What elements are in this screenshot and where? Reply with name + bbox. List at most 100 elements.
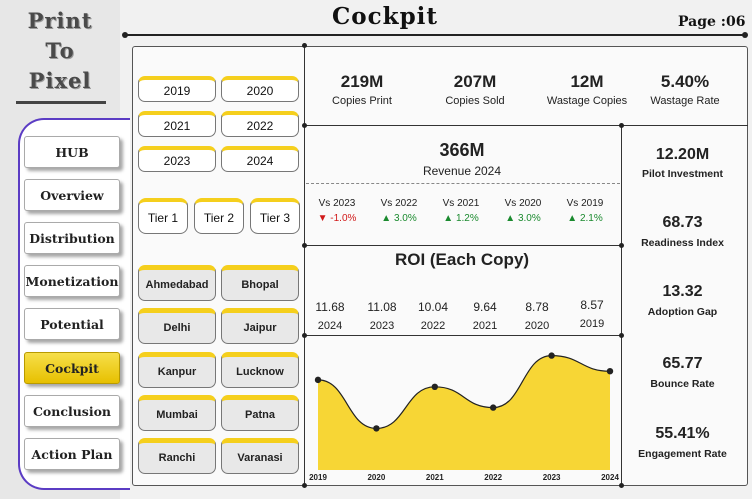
pilot-investment-label: Pilot Investment: [641, 168, 724, 180]
area-chart-point-2023: [548, 352, 555, 359]
divider-dot: [302, 43, 307, 48]
vs-2019-label: Vs 2019: [566, 198, 604, 209]
divider-dot: [619, 243, 624, 248]
nav-action-plan-button[interactable]: Action Plan: [24, 438, 120, 470]
readiness-index-value: 68.73: [662, 214, 703, 231]
adoption-gap-label: Adoption Gap: [647, 306, 718, 318]
city-filter-ranchi[interactable]: Ranchi: [138, 438, 216, 474]
logo-line-2: To: [45, 38, 75, 63]
nav-conclusion-button[interactable]: Conclusion: [24, 395, 120, 427]
logo-line-3: Pixel: [28, 68, 92, 93]
arrow-up-icon: ▲: [567, 213, 580, 224]
adoption-gap-value: 13.32: [662, 283, 703, 300]
nav-panel: [18, 118, 130, 490]
roi-value-2021: 9.64: [473, 300, 497, 314]
area-chart-point-2021: [431, 383, 438, 390]
city-filter-mumbai[interactable]: Mumbai: [138, 395, 216, 431]
area-chart-tick-2019: 2019: [309, 473, 327, 482]
area-chart-fill: [318, 355, 610, 470]
page-number: Page :06: [678, 14, 746, 30]
roi-year-2023: 2023: [369, 320, 395, 332]
area-chart-point-2019: [314, 376, 322, 384]
roi-value-2022: 10.04: [417, 300, 449, 314]
year-filter-2024[interactable]: 2024: [221, 146, 299, 172]
nav-cockpit-button[interactable]: Cockpit: [24, 352, 120, 384]
roi-value-2020: 8.78: [525, 300, 549, 314]
tier-filter-1[interactable]: Tier 1: [138, 198, 188, 234]
nav-monetization-button[interactable]: Monetization: [24, 265, 120, 297]
city-filter-lucknow[interactable]: Lucknow: [221, 352, 299, 388]
logo: Print To Pixel: [6, 6, 114, 102]
roi-value-2024: 11.68: [315, 300, 345, 314]
nav-distribution-button[interactable]: Distribution: [24, 222, 120, 254]
arrow-up-icon: ▲: [505, 213, 518, 224]
vs-2021-value: ▲ 1.2%: [443, 213, 479, 224]
area-chart-point-2020: [373, 425, 380, 432]
divider-dot: [302, 243, 307, 248]
vs-2022-value: ▲ 3.0%: [381, 213, 417, 224]
logo-divider: [16, 101, 106, 104]
tier-filter-2[interactable]: Tier 2: [194, 198, 244, 234]
bounce-rate-label: Bounce Rate: [650, 378, 715, 390]
area-chart: [314, 352, 614, 470]
kpi-wastage-copies-value: 12M: [570, 72, 604, 91]
vs-2023-value: ▼ -1.0%: [317, 213, 357, 224]
kpi-copies-sold-label: Copies Sold: [445, 95, 505, 107]
kpi-copies-print-label: Copies Print: [332, 95, 392, 107]
page-title: Cockpit: [331, 3, 439, 30]
city-filter-ahmedabad[interactable]: Ahmedabad: [138, 265, 216, 301]
area-chart-tick-2022: 2022: [484, 473, 503, 482]
area-chart-tick-2023: 2023: [542, 473, 561, 482]
city-filter-bhopal[interactable]: Bhopal: [221, 265, 299, 301]
kpi-wastage-rate-label: Wastage Rate: [650, 95, 720, 107]
vs-2020-label: Vs 2020: [504, 198, 542, 209]
revenue-label: Revenue 2024: [422, 164, 502, 178]
pilot-investment-value: 12.20M: [655, 146, 710, 163]
nav-hub-button[interactable]: HUB: [24, 136, 120, 168]
area-chart-tick-2024: 2024: [601, 473, 619, 482]
roi-year-2019: 2019: [579, 318, 605, 330]
readiness-index-label: Readiness Index: [641, 237, 724, 249]
year-filter-2022[interactable]: 2022: [221, 111, 299, 137]
divider-vertical-right: [621, 125, 622, 486]
divider-kpi-row: [304, 125, 748, 126]
area-chart-point-2024: [606, 368, 614, 375]
roi-title: ROI (Each Copy): [394, 250, 530, 269]
vs-2021-label: Vs 2021: [442, 198, 480, 209]
roi-year-2024: 2024: [317, 320, 343, 332]
nav-overview-button[interactable]: Overview: [24, 179, 120, 211]
city-filter-patna[interactable]: Patna: [221, 395, 299, 431]
year-filter-2023[interactable]: 2023: [138, 146, 216, 172]
city-filter-jaipur[interactable]: Jaipur: [221, 308, 299, 344]
city-filter-varanasi[interactable]: Varanasi: [221, 438, 299, 474]
vs-2019-value: ▲ 2.1%: [567, 213, 603, 224]
nav-potential-button[interactable]: Potential: [24, 308, 120, 340]
roi-value-2019: 8.57: [580, 298, 604, 312]
city-filter-delhi[interactable]: Delhi: [138, 308, 216, 344]
revenue-dashed-divider: [306, 183, 620, 184]
divider-revenue: [304, 245, 621, 246]
city-filter-kanpur[interactable]: Kanpur: [138, 352, 216, 388]
kpi-wastage-copies-label: Wastage Copies: [546, 95, 628, 107]
header-divider: [122, 32, 748, 38]
engagement-rate-value: 55.41%: [655, 425, 710, 442]
kpi-wastage-rate-value: 5.40%: [660, 72, 710, 91]
divider-dot: [619, 123, 624, 128]
roi-year-2021: 2021: [472, 320, 498, 332]
revenue-value: 366M: [439, 140, 485, 160]
divider-dot: [302, 123, 307, 128]
kpi-copies-print-value: 219M: [340, 72, 384, 91]
vs-2022-label: Vs 2022: [380, 198, 418, 209]
year-filter-2019[interactable]: 2019: [138, 76, 216, 102]
tier-filter-3[interactable]: Tier 3: [250, 198, 300, 234]
area-chart-point-2022: [490, 404, 497, 411]
engagement-rate-label: Engagement Rate: [638, 448, 727, 460]
area-chart-tick-2021: 2021: [425, 473, 444, 482]
year-filter-2020[interactable]: 2020: [221, 76, 299, 102]
roi-value-2023: 11.08: [367, 300, 397, 314]
logo-line-1: Print: [27, 8, 93, 33]
year-filter-2021[interactable]: 2021: [138, 111, 216, 137]
bounce-rate-value: 65.77: [662, 355, 703, 372]
vs-2023-label: Vs 2023: [318, 198, 356, 209]
arrow-up-icon: ▲: [381, 213, 394, 224]
